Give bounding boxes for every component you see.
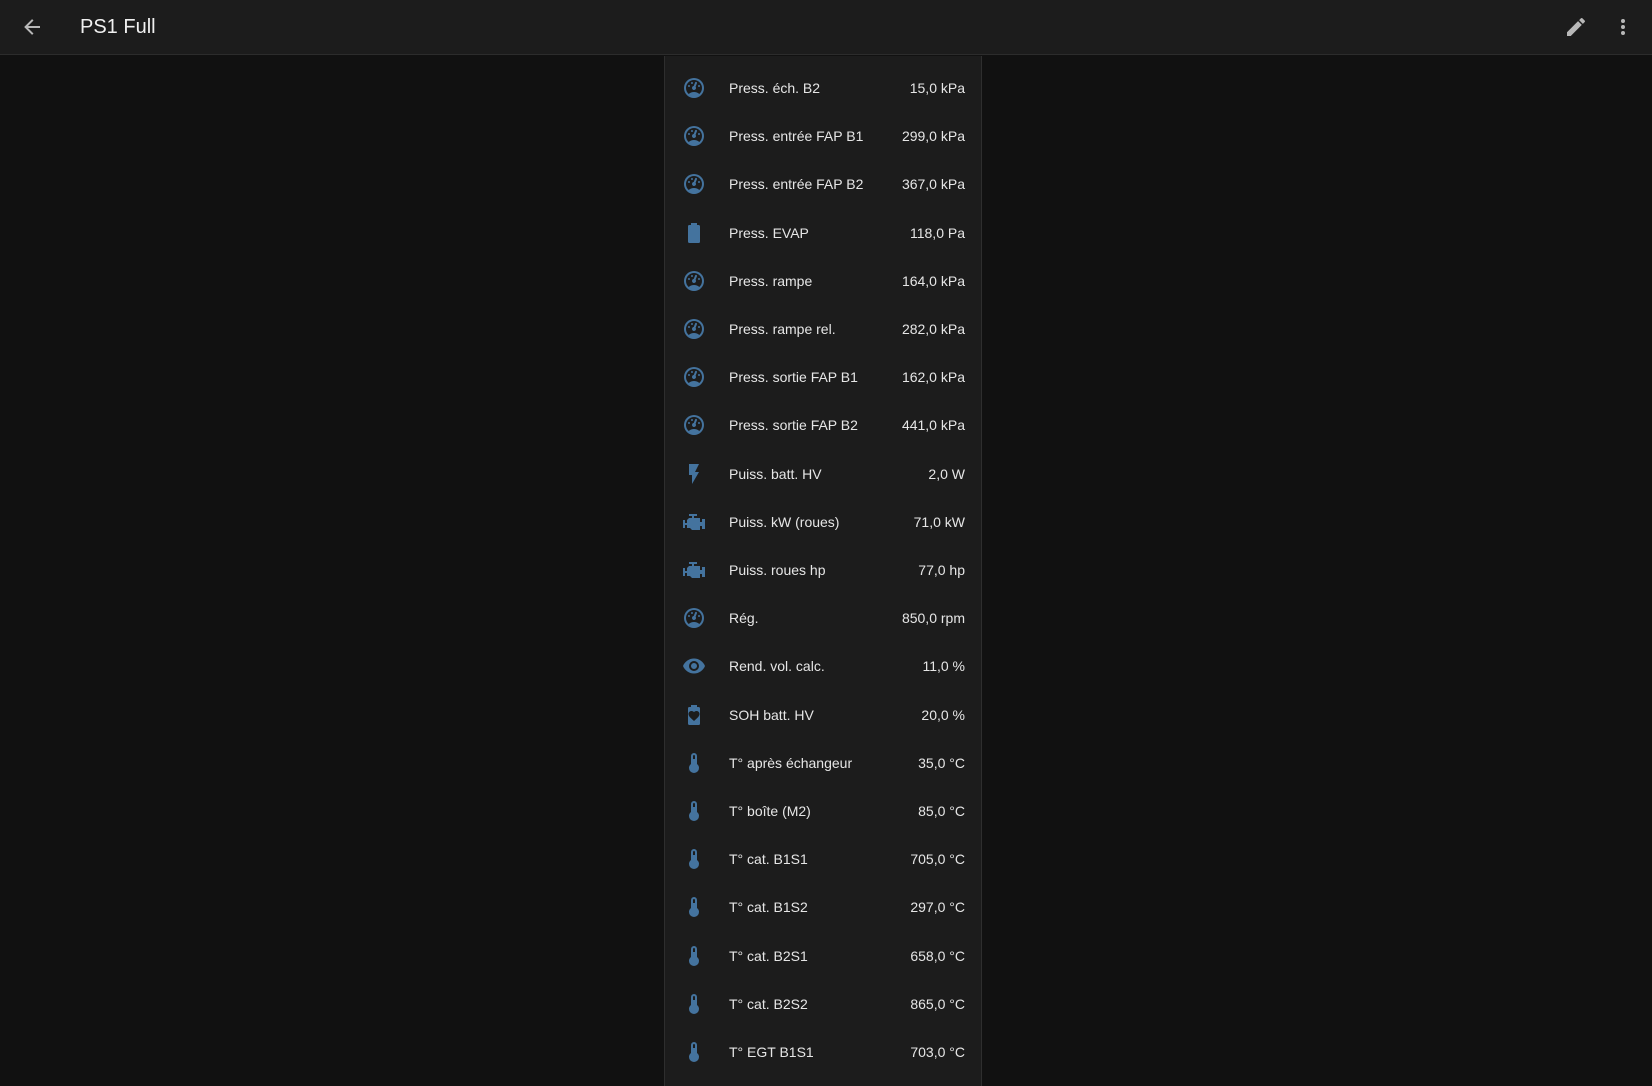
entity-name: Rég.	[729, 610, 759, 627]
edit-dashboard-button[interactable]	[1555, 6, 1597, 48]
entity-name: Press. entrée FAP B2	[729, 176, 864, 193]
gauge-icon	[682, 365, 706, 389]
entity-name: Press. EVAP	[729, 224, 809, 241]
overflow-menu-button[interactable]	[1602, 6, 1644, 48]
entity-row[interactable]: Press. rampe 164,0 kPa	[665, 257, 981, 305]
entity-name: T° cat. B1S2	[729, 899, 808, 916]
entity-row[interactable]: Press. EVAP 118,0 Pa	[665, 209, 981, 257]
thermometer-icon	[682, 944, 706, 968]
entity-row[interactable]: Rég. 850,0 rpm	[665, 594, 981, 642]
entity-state-value: 85,0 °C	[918, 803, 965, 819]
entity-state-value: 850,0 rpm	[901, 610, 965, 627]
entity-name: T° boîte (M2)	[729, 803, 811, 819]
entity-row[interactable]: Puiss. batt. HV 2,0 W	[665, 450, 981, 498]
entity-name: Press. sortie FAP B1	[729, 369, 858, 386]
entity-state-value: 282,0 kPa	[901, 321, 965, 337]
entity-state-value: 658,0 °C	[910, 947, 965, 964]
gauge-icon	[682, 413, 706, 437]
entity-state-value: 71,0 kW	[913, 513, 965, 530]
entities-card: Press. éch. B2 15,0 kPa Press. entrée FAP …	[664, 56, 982, 1086]
engine-icon	[682, 510, 706, 534]
entity-name: Press. rampe rel.	[729, 321, 836, 337]
entity-row[interactable]: Rend. vol. calc. 11,0 %	[665, 642, 981, 690]
pencil-icon	[1567, 17, 1586, 36]
entity-state-value: 164,0 kPa	[901, 272, 965, 289]
thermometer-icon	[682, 895, 706, 919]
entity-row[interactable]: Press. rampe rel. 282,0 kPa	[665, 305, 981, 353]
entity-row[interactable]: T° après échangeur 35,0 °C	[665, 739, 981, 787]
entity-row[interactable]: Press. entrée FAP B1 299,0 kPa	[665, 112, 981, 160]
gauge-icon	[682, 124, 706, 148]
page-title: PS1 Full	[80, 16, 156, 38]
dots-vertical-icon	[1621, 19, 1625, 35]
entity-row[interactable]: T° cat. B2S2 865,0 °C	[665, 980, 981, 1028]
entity-state-value: 299,0 kPa	[901, 128, 965, 145]
entity-state-value: 118,0 Pa	[909, 224, 965, 241]
entity-name: Puiss. roues hp	[729, 562, 826, 578]
entity-state-value: 297,0 °C	[910, 899, 965, 916]
entity-name: Press. éch. B2	[729, 80, 821, 96]
arrow-left-icon	[24, 19, 40, 35]
entity-state-value: 865,0 °C	[910, 995, 965, 1012]
entity-state-value: 20,0 %	[921, 706, 965, 723]
entity-name: Press. entrée FAP B1	[729, 128, 864, 145]
entity-name: Rend. vol. calc.	[729, 658, 825, 675]
entity-name: T° EGT B1S1	[729, 1044, 814, 1060]
battery-icon	[682, 221, 706, 245]
flash-icon	[682, 462, 706, 486]
gauge-icon	[682, 172, 706, 196]
entity-row[interactable]: T° cat. B1S2 297,0 °C	[665, 883, 981, 931]
entity-name: Press. rampe	[729, 272, 813, 289]
entity-row[interactable]: SOH batt. HV 20,0 %	[665, 691, 981, 739]
eye-icon	[682, 654, 706, 678]
entity-state-value: 703,0 °C	[910, 1044, 965, 1060]
entity-row[interactable]: T° cat. B1S1 705,0 °C	[665, 835, 981, 883]
entity-name: T° cat. B2S2	[729, 995, 808, 1012]
thermometer-icon	[682, 799, 706, 823]
entity-state-value: 35,0 °C	[918, 754, 965, 771]
entity-row[interactable]: Press. éch. B2 15,0 kPa	[665, 64, 981, 112]
entity-name: Puiss. batt. HV	[729, 465, 822, 482]
thermometer-icon	[682, 751, 706, 775]
entity-state-value: 162,0 kPa	[901, 369, 965, 386]
entity-state-value: 77,0 hp	[918, 562, 965, 578]
gauge-icon	[682, 76, 706, 100]
thermometer-icon	[682, 1040, 706, 1064]
entity-name: T° après échangeur	[729, 754, 853, 771]
entity-row[interactable]: T° boîte (M2) 85,0 °C	[665, 787, 981, 835]
thermometer-icon	[682, 847, 706, 871]
entity-row[interactable]: Puiss. kW (roues) 71,0 kW	[665, 498, 981, 546]
entity-name: Puiss. kW (roues)	[729, 513, 840, 530]
engine-icon	[682, 558, 706, 582]
entity-row[interactable]: T° EGT B1S1 703,0 °C	[665, 1028, 981, 1076]
back-button[interactable]	[11, 6, 53, 48]
entity-row[interactable]: T° cat. B2S1 658,0 °C	[665, 932, 981, 980]
entity-name: T° cat. B2S1	[729, 947, 808, 964]
gauge-icon	[682, 269, 706, 293]
entity-state-value: 2,0 W	[928, 465, 965, 482]
app-toolbar: PS1 Full	[0, 0, 1652, 55]
entity-row[interactable]: Press. entrée FAP B2 367,0 kPa	[665, 160, 981, 208]
entity-row[interactable]: Press. sortie FAP B2 441,0 kPa	[665, 401, 981, 449]
entity-row[interactable]: Puiss. roues hp 77,0 hp	[665, 546, 981, 594]
entity-state-value: 15,0 kPa	[909, 80, 965, 96]
entity-state-value: 705,0 °C	[910, 851, 965, 868]
gauge-icon	[682, 606, 706, 630]
entity-state-value: 441,0 kPa	[901, 417, 965, 434]
entity-name: Press. sortie FAP B2	[729, 417, 858, 434]
entity-name: SOH batt. HV	[729, 706, 814, 723]
entity-state-value: 11,0 %	[922, 658, 965, 675]
entity-name: T° cat. B1S1	[729, 851, 808, 868]
gauge-icon	[682, 317, 706, 341]
battery-heart-icon	[682, 703, 706, 727]
entity-row[interactable]: Press. sortie FAP B1 162,0 kPa	[665, 353, 981, 401]
thermometer-icon	[682, 992, 706, 1016]
entity-state-value: 367,0 kPa	[901, 176, 965, 193]
